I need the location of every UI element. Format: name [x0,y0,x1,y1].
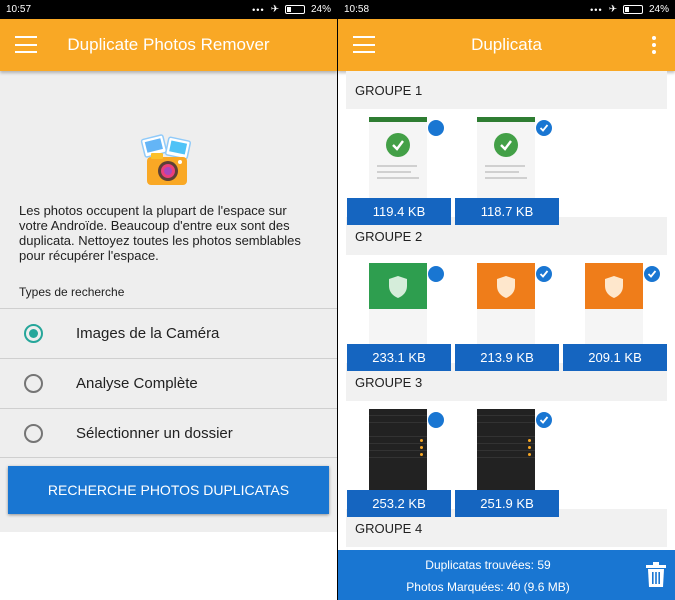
option-full-scan[interactable]: Analyse Complète [0,358,337,408]
duplicate-photo[interactable]: 119.4 KB [347,117,451,225]
duplicate-photo[interactable]: 253.2 KB [347,409,451,517]
group-header: GROUPE 1 [346,71,667,109]
marked-check-icon[interactable] [535,265,553,283]
app-title: Duplicate Photos Remover [67,35,270,54]
hamburger-icon[interactable] [15,36,37,53]
duplicate-photo[interactable]: 251.9 KB [455,409,559,517]
radio-selected-icon[interactable] [24,324,43,343]
photo-size: 251.9 KB [455,490,559,517]
status-bar: 10:58 ••• ✈ 24% [338,0,675,19]
marked-photos-count: Photos Marquées: 40 (9.6 MB) [406,580,570,594]
radio-unselected-icon[interactable] [24,374,43,393]
duplicate-photo[interactable]: 213.9 KB [455,263,559,371]
airplane-icon: ✈ [608,4,617,15]
photo-thumbnail [477,117,535,199]
status-time: 10:58 [344,4,370,15]
trash-icon[interactable] [645,562,667,588]
search-duplicates-button[interactable]: RECHERCHE PHOTOS DUPLICATAS [8,466,329,514]
app-title: Duplicata [471,35,542,54]
photo-thumbnail [369,409,427,491]
option-select-folder[interactable]: Sélectionner un dossier [0,408,337,458]
scan-screen: 10:57 ••• ✈ 24% Duplicate Photos Remover… [0,0,337,600]
notification-dots: ••• [590,4,603,15]
marked-check-icon[interactable] [535,411,553,429]
option-label: Sélectionner un dossier [76,424,233,442]
intro-description: Les photos occupent la plupart de l'espa… [19,203,301,263]
photo-thumbnail [477,409,535,491]
duplicate-photo[interactable]: 233.1 KB [347,263,451,371]
photos-camera-icon [140,134,192,185]
status-time: 10:57 [6,4,32,15]
app-bar: Duplicate Photos Remover [0,19,337,71]
option-label: Images de la Caméra [76,325,220,342]
search-types-label: Types de recherche [19,285,125,299]
notification-dots: ••• [252,4,265,15]
battery-level: 24% [310,4,331,15]
hamburger-icon[interactable] [353,36,375,53]
marked-check-icon[interactable] [535,119,553,137]
photo-thumbnail [369,117,427,199]
option-label: Analyse Complète [76,375,198,392]
duplicate-groups-list[interactable]: GROUPE 1 119.4 KB 118.7 KB GROUPE 2 233.… [338,71,675,547]
duplicates-found-count: Duplicatas trouvées: 59 [425,558,551,572]
option-camera-images[interactable]: Images de la Caméra [0,308,337,358]
radio-unselected-icon[interactable] [24,423,43,443]
marked-check-icon[interactable] [643,265,661,283]
battery-icon [622,5,643,14]
photo-thumbnail [585,263,643,345]
photo-size: 253.2 KB [347,490,451,517]
photo-size: 233.1 KB [347,344,451,371]
shield-icon [389,276,407,298]
kebab-menu-icon[interactable] [651,36,657,54]
duplicate-photo[interactable]: 209.1 KB [563,263,667,371]
search-type-options: Images de la Caméra Analyse Complète Sél… [0,308,337,458]
shield-icon [497,276,515,298]
unmarked-indicator[interactable] [427,265,445,283]
photo-thumbnail [477,263,535,345]
photo-size: 118.7 KB [455,198,559,225]
photo-thumbnail [369,263,427,345]
summary-footer: Duplicatas trouvées: 59 Photos Marquées:… [338,550,675,600]
photo-size: 119.4 KB [347,198,451,225]
unmarked-indicator[interactable] [427,119,445,137]
airplane-icon: ✈ [270,4,279,15]
duplicate-photo[interactable]: 118.7 KB [455,117,559,225]
photo-size: 213.9 KB [455,344,559,371]
battery-level: 24% [648,4,669,15]
photo-size: 209.1 KB [563,344,667,371]
duplicate-group: GROUPE 3 253.2 KB 251.9 KB [338,363,675,517]
checkmark-icon [494,133,518,157]
status-bar: 10:57 ••• ✈ 24% [0,0,337,19]
app-bar: Duplicata [338,19,675,71]
bottom-area [0,532,337,600]
battery-icon [284,5,305,14]
duplicate-group: GROUPE 1 119.4 KB 118.7 KB [338,71,675,225]
duplicates-screen: 10:58 ••• ✈ 24% Duplicata GROUPE 1 119.4… [338,0,675,600]
unmarked-indicator[interactable] [427,411,445,429]
duplicate-group: GROUPE 2 233.1 KB 213.9 KB 209.1 KB [338,217,675,371]
checkmark-icon [386,133,410,157]
shield-icon [605,276,623,298]
